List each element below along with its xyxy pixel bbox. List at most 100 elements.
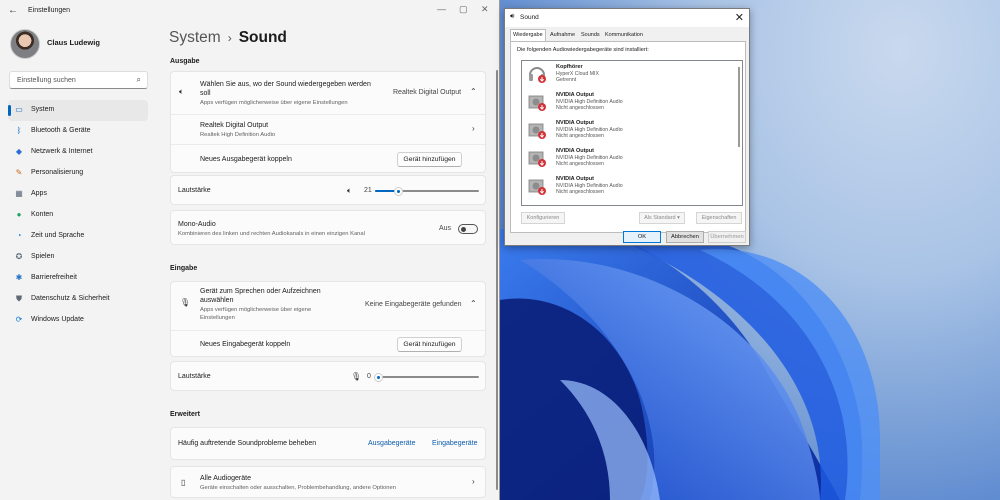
list-item[interactable]: Kopfhörer HyperX Cloud MIX Getrennt [522, 61, 736, 88]
sound-dialog: 🔊︎ Sound ✕ Wiedergabe Aufnahme Sounds Ko… [504, 8, 750, 246]
sidebar-item-system[interactable]: ▭ System [8, 100, 148, 121]
properties-button[interactable]: Eigenschaften [696, 212, 742, 224]
search-icon: ⌕ [136, 75, 141, 84]
breadcrumb-parent[interactable]: System [169, 29, 221, 46]
bluetooth-icon: ᛒ [16, 126, 22, 135]
all-audio-devices-description: Geräte einschalten oder ausschalten, Pro… [200, 485, 396, 491]
input-select-description-line2: Einstellungen [200, 315, 235, 321]
sidebar-item-personalization[interactable]: ✎ Personalisierung [8, 163, 148, 184]
profile-name: Claus Ludewig [47, 38, 100, 47]
input-select-title-line1: Gerät zum Sprechen oder Aufzeichnen [200, 288, 321, 295]
wifi-icon: ◆ [15, 147, 23, 156]
speaker-icon[interactable]: 🔈︎ [347, 186, 352, 196]
playback-intro: Die folgenden Audiowiedergabegeräte sind… [517, 47, 649, 53]
sound-dialog-titlebar: 🔊︎ Sound ✕ [505, 9, 749, 27]
globe-clock-icon: ◔ [16, 231, 22, 240]
list-item[interactable]: NVIDIA Output NVIDIA High Definition Aud… [522, 173, 736, 200]
monitor-icon: ▭ [15, 105, 23, 114]
mono-audio-title: Mono-Audio [178, 221, 216, 228]
output-device-name: Realtek Digital Output [200, 122, 269, 129]
speaker-icon [528, 179, 546, 195]
brush-icon: ✎ [15, 168, 23, 177]
apply-button[interactable]: Übernehmen [708, 231, 746, 243]
sidebar-item-accessibility[interactable]: ✱ Barrierefreiheit [8, 268, 148, 289]
cancel-button[interactable]: Abbrechen [666, 231, 704, 243]
settings-window: ← Einstellungen — ▢ ✕ Claus Ludewig Eins… [0, 0, 500, 500]
chevron-right-icon: › [472, 124, 475, 133]
device-status: Getrennt [556, 77, 577, 83]
chevron-up-icon[interactable]: ⌃ [470, 299, 477, 308]
device-icon: ▯ [181, 478, 186, 487]
input-selected-device: Keine Eingabegeräte gefunden [365, 301, 462, 308]
chevron-down-icon: ▾ [677, 215, 680, 221]
output-device-row[interactable]: Realtek Digital Output Realtek High Defi… [171, 114, 485, 144]
all-audio-devices-card[interactable]: ▯ Alle Audiogeräte Geräte einschalten od… [170, 466, 486, 498]
maximize-icon[interactable]: ▢ [459, 4, 468, 15]
output-devices-link[interactable]: Ausgabegeräte [368, 440, 415, 447]
sound-icon: 🔊︎ [510, 13, 515, 20]
section-input-heading: Eingabe [170, 265, 198, 272]
list-item[interactable]: NVIDIA Output NVIDIA High Definition Aud… [522, 117, 736, 144]
section-advanced-heading: Erweitert [170, 411, 200, 418]
sidebar-item-label: Windows Update [31, 316, 84, 323]
list-item[interactable]: NVIDIA Output NVIDIA High Definition Aud… [522, 145, 736, 172]
add-output-device-button[interactable]: Gerät hinzufügen [397, 152, 462, 167]
output-volume-thumb[interactable] [395, 187, 402, 195]
list-item[interactable]: NVIDIA Output NVIDIA High Definition Aud… [522, 89, 736, 116]
output-volume-label: Lautstärke [178, 187, 211, 194]
sound-dialog-title: Sound [520, 14, 539, 21]
scrollbar[interactable] [496, 70, 498, 490]
input-devices-link[interactable]: Eingabegeräte [432, 440, 478, 447]
back-arrow-icon[interactable]: ← [8, 5, 18, 16]
minimize-icon[interactable]: — [437, 4, 446, 14]
sidebar-item-bluetooth[interactable]: ᛒ Bluetooth & Geräte [8, 121, 148, 142]
sidebar-nav: ▭ System ᛒ Bluetooth & Geräte ◆ Netzwerk… [8, 100, 148, 331]
close-icon[interactable]: ✕ [481, 4, 489, 15]
output-device-card: 🔈︎ Wählen Sie aus, wo der Sound wiederge… [170, 71, 486, 173]
headphones-icon [529, 67, 546, 83]
set-default-button[interactable]: Als Standard ▾ [639, 212, 685, 224]
sidebar-item-time-language[interactable]: ◔ Zeit und Sprache [8, 226, 148, 247]
device-status: Nicht angeschlossen [556, 105, 604, 111]
sidebar-item-accounts[interactable]: ● Konten [8, 205, 148, 226]
sidebar-item-label: Zeit und Sprache [31, 232, 85, 239]
all-audio-devices-title: Alle Audiogeräte [200, 475, 251, 482]
close-icon[interactable]: ✕ [735, 11, 744, 24]
set-default-label: Als Standard [644, 215, 676, 221]
sidebar-item-label: Konten [31, 211, 54, 218]
sidebar-item-label: Bluetooth & Geräte [31, 127, 91, 134]
sidebar-item-privacy[interactable]: ⛊ Datenschutz & Sicherheit [8, 289, 148, 310]
search-input[interactable]: Einstellung suchen ⌕ [9, 71, 148, 89]
configure-button[interactable]: Konfigurieren [521, 212, 565, 224]
input-volume-slider[interactable] [377, 376, 479, 378]
mono-audio-toggle[interactable] [458, 224, 478, 234]
microphone-icon[interactable]: 🎙︎ [351, 372, 361, 381]
sidebar-item-label: Datenschutz & Sicherheit [31, 295, 110, 302]
list-scrollbar[interactable] [738, 67, 740, 147]
mono-audio-description: Kombinieren des linken und rechten Audio… [178, 231, 365, 237]
input-volume-thumb[interactable] [375, 373, 382, 381]
output-device-description: Realtek High Definition Audio [200, 132, 276, 138]
output-select-row[interactable]: 🔈︎ Wählen Sie aus, wo der Sound wiederge… [171, 72, 485, 114]
speaker-icon [528, 151, 546, 167]
playback-panel: Die folgenden Audiowiedergabegeräte sind… [510, 41, 746, 233]
sidebar-item-gaming[interactable]: ✪ Spielen [8, 247, 148, 268]
input-select-title-line2: auswählen [200, 297, 234, 304]
device-name: NVIDIA Output [556, 148, 594, 154]
device-status: Nicht angeschlossen [556, 133, 604, 139]
shield-icon: ⛊ [16, 294, 22, 303]
apps-icon: ▦ [15, 189, 23, 198]
title-bar: ← Einstellungen — ▢ ✕ [0, 0, 499, 22]
input-select-row[interactable]: 🎙︎ Gerät zum Sprechen oder Aufzeichnen a… [171, 282, 485, 330]
ok-button[interactable]: OK [623, 231, 661, 243]
chevron-up-icon[interactable]: ⌃ [470, 87, 477, 96]
add-input-device-button[interactable]: Gerät hinzufügen [397, 337, 462, 352]
sidebar-item-network[interactable]: ◆ Netzwerk & Internet [8, 142, 148, 163]
chevron-right-icon: › [472, 477, 475, 486]
output-select-description: Apps verfügen möglicherweise über eigene… [200, 100, 348, 106]
sidebar-item-apps[interactable]: ▦ Apps [8, 184, 148, 205]
mono-audio-card: Mono-Audio Kombinieren des linken und re… [170, 210, 486, 245]
input-pair-row: Neues Eingabegerät koppeln Gerät hinzufü… [171, 330, 485, 358]
sidebar-item-windows-update[interactable]: ⟳ Windows Update [8, 310, 148, 331]
sidebar-item-label: System [31, 106, 55, 113]
